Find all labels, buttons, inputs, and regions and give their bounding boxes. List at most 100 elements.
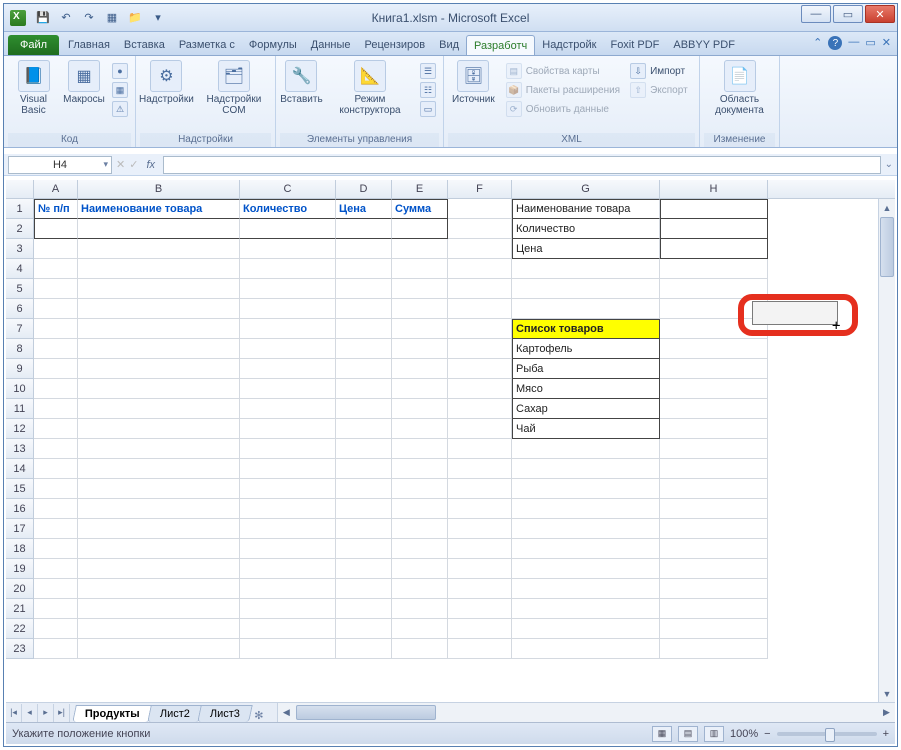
row-header[interactable]: 20	[6, 579, 34, 599]
cell[interactable]	[78, 519, 240, 539]
xml-source-button[interactable]: 🗄 Источник	[448, 58, 499, 107]
cell[interactable]: Сумма	[392, 199, 448, 219]
worksheet-grid[interactable]: A B C D E F G H 1№ п/пНаименование товар…	[6, 180, 895, 702]
cell[interactable]	[336, 219, 392, 239]
cell[interactable]	[512, 619, 660, 639]
row-header[interactable]: 16	[6, 499, 34, 519]
cell[interactable]	[78, 479, 240, 499]
cell[interactable]	[392, 259, 448, 279]
cell[interactable]	[392, 379, 448, 399]
cell[interactable]	[660, 399, 768, 419]
cell[interactable]	[78, 539, 240, 559]
xml-export-button[interactable]: ⇧Экспорт	[627, 81, 691, 99]
cell[interactable]	[392, 519, 448, 539]
collapse-ribbon-icon[interactable]: ⌃	[813, 36, 822, 50]
cell[interactable]	[392, 339, 448, 359]
hscroll-thumb[interactable]	[296, 705, 436, 720]
row-header[interactable]: 14	[6, 459, 34, 479]
macros-button[interactable]: ▦ Макросы	[63, 58, 105, 107]
cell[interactable]	[660, 499, 768, 519]
cell[interactable]	[660, 379, 768, 399]
row-header[interactable]: 1	[6, 199, 34, 219]
cell[interactable]	[392, 219, 448, 239]
cell[interactable]	[78, 299, 240, 319]
doc-min-icon[interactable]: —	[848, 36, 859, 50]
cell[interactable]	[240, 499, 336, 519]
cell[interactable]	[448, 299, 512, 319]
cell[interactable]	[78, 379, 240, 399]
sheet-prev-button[interactable]: ◂	[22, 704, 38, 722]
cell[interactable]	[512, 499, 660, 519]
zoom-out-button[interactable]: −	[764, 728, 770, 740]
cell[interactable]	[392, 559, 448, 579]
cell[interactable]	[448, 239, 512, 259]
colhead-H[interactable]: H	[660, 180, 768, 198]
cell[interactable]	[34, 339, 78, 359]
cell[interactable]	[240, 359, 336, 379]
cell[interactable]	[660, 239, 768, 259]
cell[interactable]	[34, 239, 78, 259]
cell[interactable]: Чай	[512, 419, 660, 439]
cell[interactable]	[336, 279, 392, 299]
macro-security-button[interactable]: ⚠	[109, 100, 131, 118]
cell[interactable]	[660, 199, 768, 219]
cell[interactable]	[448, 219, 512, 239]
cell[interactable]	[78, 239, 240, 259]
cell[interactable]	[240, 419, 336, 439]
row-header[interactable]: 6	[6, 299, 34, 319]
cell[interactable]	[240, 259, 336, 279]
zoom-in-button[interactable]: +	[883, 728, 889, 740]
cell[interactable]	[34, 579, 78, 599]
cell[interactable]	[78, 359, 240, 379]
cell[interactable]	[240, 639, 336, 659]
cell[interactable]	[78, 219, 240, 239]
scroll-down-arrow-icon[interactable]: ▼	[879, 685, 895, 702]
cell[interactable]	[448, 319, 512, 339]
cell[interactable]	[336, 479, 392, 499]
row-header[interactable]: 12	[6, 419, 34, 439]
cell[interactable]	[392, 499, 448, 519]
doc-close-icon[interactable]: ✕	[882, 36, 891, 50]
horizontal-scrollbar[interactable]: ◀ ▶	[277, 703, 895, 722]
cell[interactable]	[660, 359, 768, 379]
tab-view[interactable]: Вид	[432, 35, 466, 55]
qat-new-button[interactable]: ▦	[102, 8, 122, 28]
cell[interactable]	[78, 399, 240, 419]
tab-abbyy[interactable]: ABBYY PDF	[666, 35, 742, 55]
visual-basic-button[interactable]: 📘 Visual Basic	[8, 58, 59, 118]
sheet-tab-2[interactable]: Лист2	[147, 705, 203, 722]
tab-developer[interactable]: Разработч	[466, 35, 535, 55]
row-header[interactable]: 15	[6, 479, 34, 499]
cell[interactable]	[78, 579, 240, 599]
view-pagebreak-button[interactable]: ▥	[704, 726, 724, 742]
scroll-up-arrow-icon[interactable]: ▲	[879, 199, 895, 216]
cell[interactable]	[336, 539, 392, 559]
sheet-first-button[interactable]: |◂	[6, 704, 22, 722]
cell[interactable]	[336, 639, 392, 659]
cell[interactable]	[448, 419, 512, 439]
row-header[interactable]: 18	[6, 539, 34, 559]
cell[interactable]	[660, 579, 768, 599]
cell[interactable]	[660, 519, 768, 539]
cell[interactable]	[660, 419, 768, 439]
cell[interactable]	[660, 339, 768, 359]
cell[interactable]	[34, 519, 78, 539]
scroll-left-arrow-icon[interactable]: ◀	[278, 703, 295, 722]
qat-dropdown[interactable]: ▾	[148, 8, 168, 28]
tab-home[interactable]: Главная	[61, 35, 117, 55]
cell[interactable]	[512, 559, 660, 579]
cell[interactable]	[660, 599, 768, 619]
cell[interactable]	[34, 479, 78, 499]
com-addins-button[interactable]: 🗂 Надстройки COM	[197, 58, 271, 118]
colhead-A[interactable]: A	[34, 180, 78, 198]
fx-icon[interactable]: fx	[142, 159, 159, 171]
cell[interactable]	[660, 459, 768, 479]
refresh-data-button[interactable]: ⟳Обновить данные	[503, 100, 623, 118]
cell[interactable]	[392, 579, 448, 599]
cell[interactable]	[34, 319, 78, 339]
vscroll-thumb[interactable]	[880, 217, 894, 277]
colhead-B[interactable]: B	[78, 180, 240, 198]
select-all-corner[interactable]	[6, 180, 34, 198]
formula-input[interactable]	[163, 156, 881, 174]
tab-insert[interactable]: Вставка	[117, 35, 172, 55]
